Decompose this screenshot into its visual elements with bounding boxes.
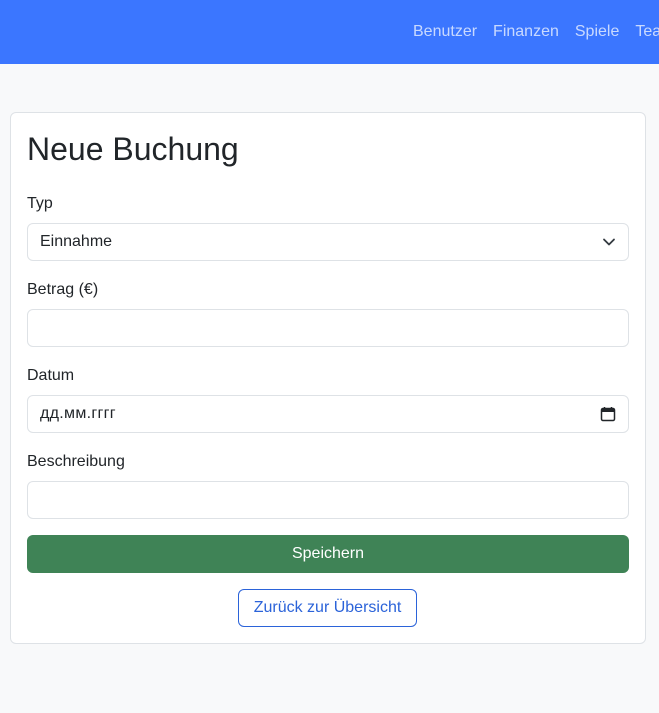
nav-link-spiele[interactable]: Spiele [575, 23, 619, 41]
description-label: Beschreibung [27, 453, 125, 470]
amount-field[interactable] [27, 309, 629, 347]
type-label: Typ [27, 195, 53, 212]
amount-input[interactable] [40, 319, 616, 337]
navbar: Benutzer Finanzen Spiele Teams [0, 0, 659, 64]
nav-link-teams[interactable]: Teams [635, 23, 659, 41]
nav-links: Benutzer Finanzen Spiele Teams [413, 0, 659, 64]
nav-link-benutzer[interactable]: Benutzer [413, 23, 477, 41]
back-to-overview-button[interactable]: Zurück zur Übersicht [238, 589, 417, 627]
date-placeholder: дд.мм.гггг [40, 405, 116, 422]
page-title: Neue Buchung [27, 131, 239, 167]
type-select-value: Einnahme [40, 233, 113, 250]
date-field[interactable]: дд.мм.гггг [27, 395, 629, 433]
nav-link-finanzen[interactable]: Finanzen [493, 23, 559, 41]
booking-form-card: Neue Buchung Typ Einnahme Betrag (€) Dat… [10, 112, 646, 644]
chevron-down-icon [602, 235, 616, 249]
save-button[interactable]: Speichern [27, 535, 629, 573]
description-field[interactable] [27, 481, 629, 519]
type-select[interactable]: Einnahme [27, 223, 629, 261]
calendar-icon[interactable] [600, 406, 616, 422]
description-input[interactable] [40, 491, 616, 509]
date-label: Datum [27, 367, 75, 384]
amount-label: Betrag (€) [27, 281, 99, 298]
